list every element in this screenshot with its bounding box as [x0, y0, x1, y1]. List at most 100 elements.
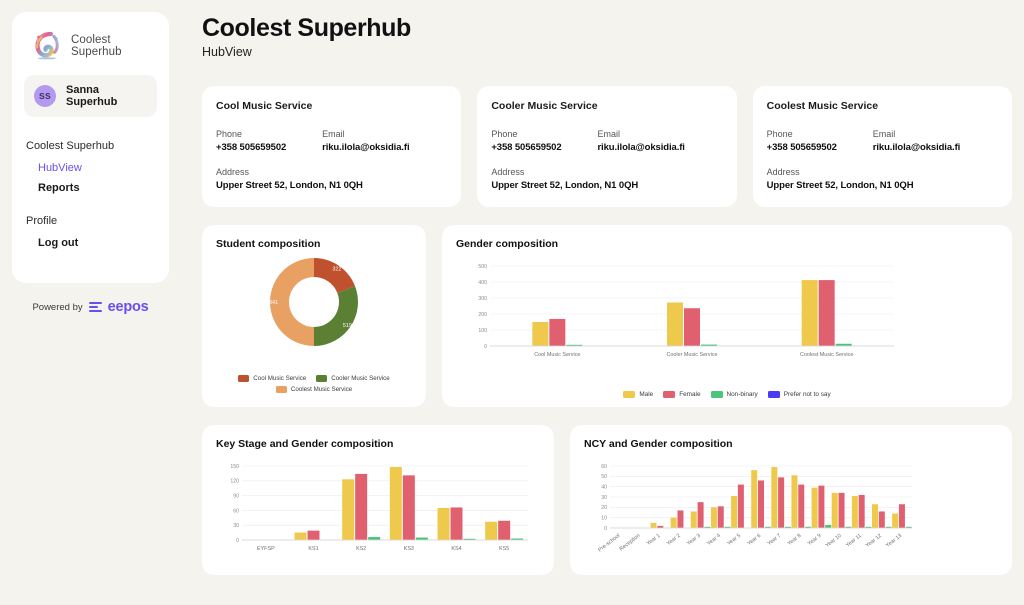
svg-text:Year 13: Year 13 — [885, 533, 903, 549]
email-label: Email — [597, 129, 620, 139]
svg-text:40: 40 — [601, 485, 607, 491]
address-value: Upper Street 52, London, N1 0QH — [491, 180, 639, 191]
legend-label: Male — [639, 391, 654, 398]
chart-title: Key Stage and Gender composition — [216, 438, 394, 450]
svg-text:Year 11: Year 11 — [845, 533, 863, 549]
legend-swatch — [623, 391, 636, 398]
address-label: Address — [766, 167, 800, 177]
legend-label: Cool Music Service — [253, 375, 307, 382]
phone-label: Phone — [216, 129, 243, 139]
student-composition-chart: Student composition 322 519 841 Cool Music… — [202, 225, 426, 407]
svg-text:100: 100 — [478, 328, 487, 334]
sidebar-item-hubview[interactable]: HubView — [24, 158, 157, 178]
contact-title: Cool Music Service — [216, 100, 313, 112]
address-value: Upper Street 52, London, N1 0QH — [766, 180, 914, 191]
page-subtitle: HubView — [202, 45, 252, 59]
phone-field: Phone +358 505659502 — [767, 129, 873, 153]
charts-row-1: Student composition 322 519 841 Cool Music… — [202, 225, 1012, 407]
svg-text:Year 8: Year 8 — [787, 533, 803, 547]
powered-by-label: Powered by — [32, 301, 83, 313]
donut-plot: 322 519 841 — [269, 258, 358, 346]
legend-item[interactable]: Female — [663, 391, 701, 398]
ncy-chart: NCY and Gender composition 0 10 20 30 40 50 60… — [570, 425, 1012, 575]
user-name: Sanna Superhub — [66, 84, 118, 108]
email-value: riku.ilola@oksidia.fi — [872, 142, 961, 153]
phone-value: +358 505659502 — [766, 142, 837, 153]
svg-text:Reception: Reception — [619, 533, 642, 553]
address-label: Address — [491, 167, 525, 177]
svg-text:Year 4: Year 4 — [706, 533, 722, 547]
svg-text:60: 60 — [233, 508, 239, 514]
avatar: SS — [34, 85, 56, 107]
phone-field: Phone +358 505659502 — [491, 129, 597, 153]
svg-text:30: 30 — [233, 523, 239, 529]
phone-value: +358 505659502 — [491, 142, 562, 153]
sidebar-item-reports[interactable]: Reports — [24, 178, 157, 198]
brand-name: Coolest Superhub — [71, 34, 122, 58]
main-content: Coolest Superhub HubView Cool Music Serv… — [180, 0, 1024, 605]
email-label: Email — [872, 129, 896, 139]
sidebar: Coolest Superhub SS Sanna Superhub Coole… — [0, 0, 180, 605]
svg-text:841: 841 — [269, 300, 278, 306]
sidebar-item-log-out[interactable]: Log out — [24, 233, 157, 253]
superhub-swirl-logo-icon — [30, 29, 64, 63]
nav-group-profile: Profile Log out — [24, 212, 157, 253]
svg-text:120: 120 — [230, 479, 239, 485]
powered-by-footer: Powered by eepos — [12, 283, 169, 315]
nav-heading-profile: Profile — [26, 215, 58, 227]
nav-group-hub: Coolest Superhub HubView Reports — [24, 137, 157, 198]
legend-swatch — [767, 391, 780, 398]
svg-text:0: 0 — [604, 526, 607, 532]
email-field: Email riku.ilola@oksidia.fi — [597, 129, 722, 153]
svg-text:0: 0 — [236, 538, 239, 544]
address-field: Address Upper Street 52, London, N1 0QH — [767, 167, 998, 191]
eepos-logo-icon — [88, 301, 102, 313]
legend-item[interactable]: Male — [623, 391, 653, 398]
legend-swatch — [316, 375, 328, 382]
phone-label: Phone — [491, 129, 518, 139]
address-field: Address Upper Street 52, London, N1 0QH — [491, 167, 722, 191]
contact-card: Coolest Music Service Phone +358 5056595… — [752, 86, 1012, 207]
svg-text:50: 50 — [601, 474, 607, 480]
legend-label: Female — [679, 391, 701, 398]
svg-text:KS4: KS4 — [451, 546, 461, 552]
svg-text:400: 400 — [478, 280, 487, 286]
user-chip[interactable]: SS Sanna Superhub — [24, 75, 157, 117]
phone-value: +358 505659502 — [216, 142, 287, 153]
brand: Coolest Superhub — [24, 26, 157, 73]
ncy-plot: 0 10 20 30 40 50 60 Pre-schoolReception Year 1 Ye… — [597, 464, 912, 554]
svg-text:KS2: KS2 — [356, 546, 366, 552]
key-stage-chart: Key Stage and Gender composition 0 30 60 90… — [202, 425, 554, 575]
svg-text:Year 5: Year 5 — [726, 533, 742, 547]
legend-item[interactable]: Coolest Music Service — [275, 386, 353, 393]
legend-label: Coolest Music Service — [290, 386, 353, 393]
svg-text:30: 30 — [601, 495, 607, 501]
contact-title: Cooler Music Service — [491, 100, 598, 112]
legend-item[interactable]: Non-binary — [710, 391, 758, 398]
phone-label: Phone — [766, 129, 793, 139]
svg-text:KS1: KS1 — [308, 546, 318, 552]
svg-text:60: 60 — [601, 464, 607, 470]
contact-cards: Cool Music Service Phone +358 505659502 … — [202, 86, 1012, 207]
svg-text:150: 150 — [230, 464, 239, 470]
svg-text:Year 3: Year 3 — [686, 533, 702, 547]
legend-item[interactable]: Prefer not to say — [767, 391, 831, 398]
contact-title: Coolest Music Service — [766, 100, 879, 112]
svg-text:519: 519 — [343, 323, 352, 329]
legend-item[interactable]: Cooler Music Service — [316, 375, 390, 382]
svg-text:322: 322 — [332, 267, 341, 273]
charts-row-2: Key Stage and Gender composition 0 30 60 90… — [202, 425, 1012, 575]
svg-text:Pre-school: Pre-school — [597, 533, 621, 554]
legend-swatch — [710, 391, 723, 398]
gender-plot: 0 100 200 300 400 500 Cool Music Service Cooler… — [478, 264, 894, 358]
svg-text:10: 10 — [601, 516, 607, 522]
legend-item[interactable]: Cool Music Service — [238, 375, 306, 382]
email-value: riku.ilola@oksidia.fi — [597, 142, 685, 153]
svg-text:500: 500 — [478, 264, 487, 270]
svg-text:KS3: KS3 — [404, 546, 414, 552]
svg-text:90: 90 — [233, 494, 239, 500]
address-label: Address — [216, 167, 250, 177]
svg-text:Year 2: Year 2 — [666, 533, 682, 547]
svg-text:KS5: KS5 — [499, 546, 509, 552]
svg-text:0: 0 — [484, 344, 487, 350]
